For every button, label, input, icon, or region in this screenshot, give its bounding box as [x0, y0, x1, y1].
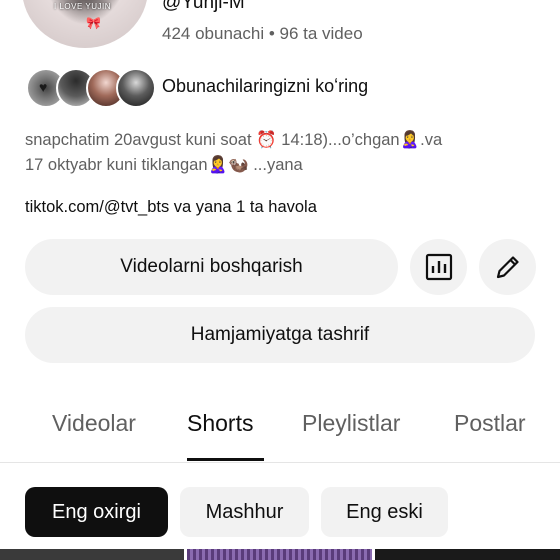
edit-channel-button[interactable] [479, 239, 536, 295]
view-subscribers-link[interactable]: Obunachilaringizni koʻring [162, 76, 368, 97]
bar-chart-icon [425, 253, 452, 281]
description-line: 17 oktyabr kuni tiklangan🙎‍♀️🦦 ...yana [25, 156, 303, 174]
channel-avatar[interactable]: I LOVE YUJIN 🎀 [22, 0, 148, 48]
channel-handle: @Yunji-M [162, 0, 245, 13]
short-thumbnail[interactable] [0, 549, 184, 560]
filter-latest-chip[interactable]: Eng oxirgi [25, 487, 168, 537]
short-thumbnail[interactable] [187, 549, 372, 560]
tab-shorts[interactable]: Shorts [187, 410, 253, 437]
tab-playlists[interactable]: Pleylistlar [302, 410, 400, 437]
manage-videos-button[interactable]: Videolarni boshqarish [25, 239, 398, 295]
subscriber-avatars[interactable]: ♥ [26, 68, 156, 108]
channel-description[interactable]: snapchatim 20avgust kuni soat ⏰ 14:18)..… [25, 128, 545, 178]
pencil-icon [496, 256, 519, 279]
channel-stats: 424 obunachi • 96 ta video [162, 24, 363, 43]
active-tab-indicator [187, 458, 264, 461]
bow-icon: 🎀 [86, 16, 101, 30]
short-thumbnail[interactable] [375, 549, 560, 560]
heart-icon: ♥ [39, 79, 48, 95]
analytics-button[interactable] [410, 239, 467, 295]
avatar-caption: I LOVE YUJIN [54, 2, 111, 11]
channel-tabs: Videolar Shorts Pleylistlar Postlar [0, 396, 560, 463]
shorts-grid [0, 549, 560, 560]
channel-links[interactable]: tiktok.com/@tvt_bts va yana 1 ta havola [25, 198, 317, 217]
description-line: snapchatim 20avgust kuni soat ⏰ 14:18)..… [25, 131, 443, 149]
tab-videos[interactable]: Videolar [52, 410, 136, 437]
visit-community-button[interactable]: Hamjamiyatga tashrif [25, 307, 535, 363]
filter-oldest-chip[interactable]: Eng eski [321, 487, 448, 537]
tab-posts[interactable]: Postlar [454, 410, 526, 437]
filter-popular-chip[interactable]: Mashhur [180, 487, 309, 537]
subscriber-avatar [116, 68, 156, 108]
